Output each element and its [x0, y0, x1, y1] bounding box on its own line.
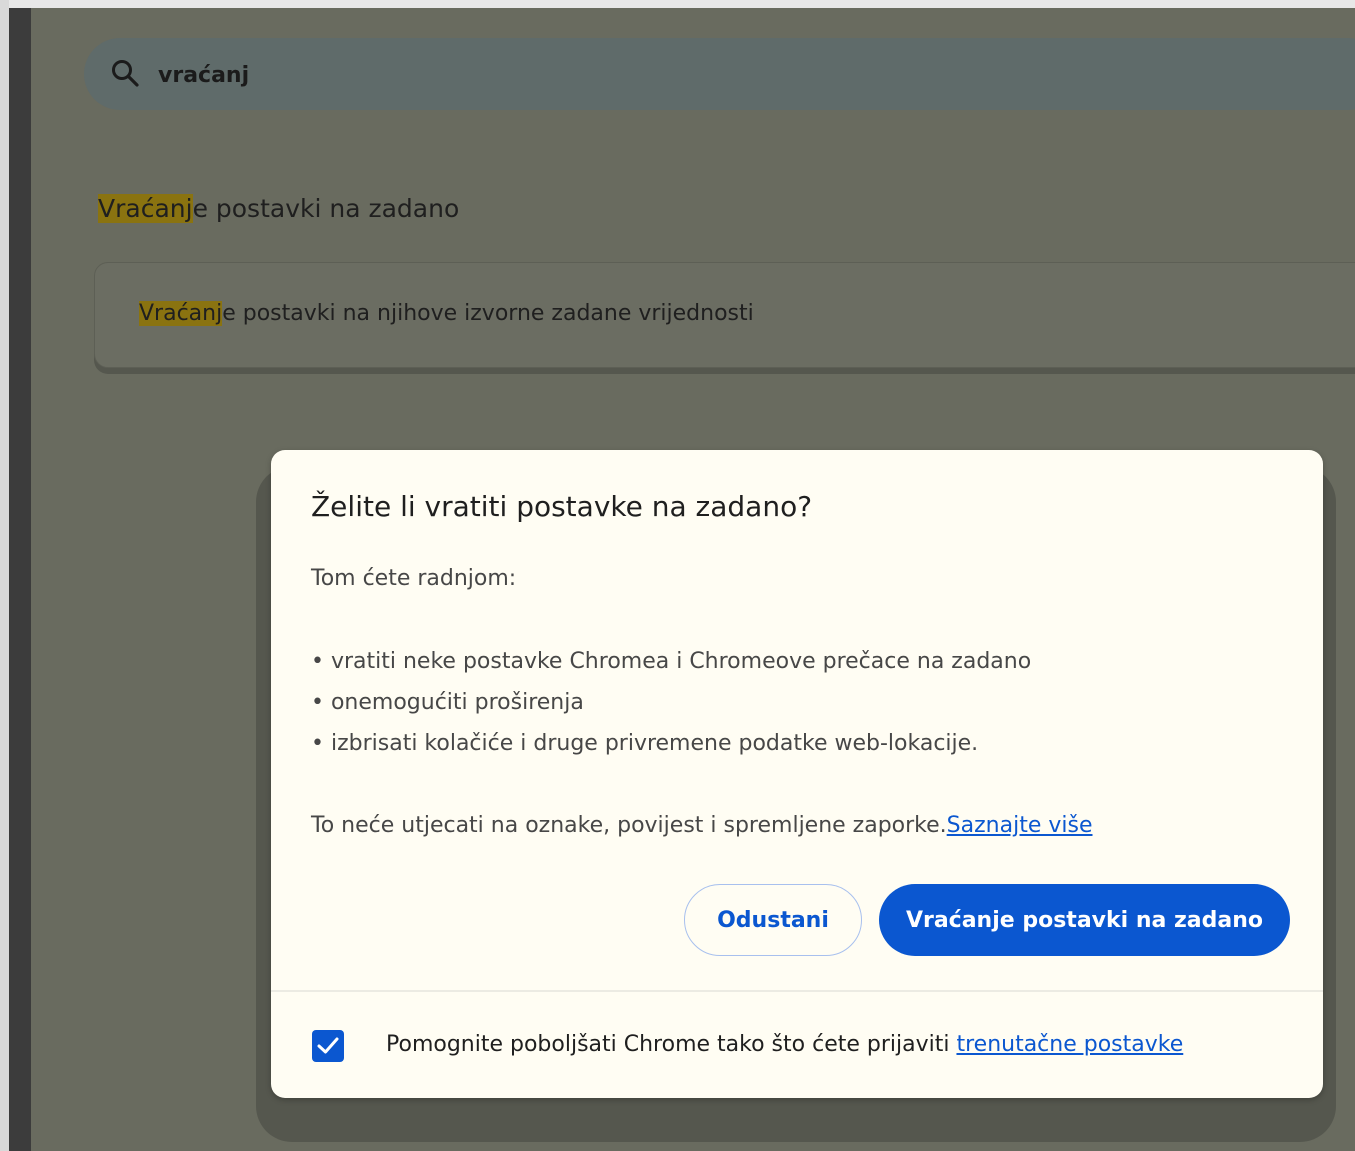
reset-settings-dialog: Želite li vratiti postavke na zadano? To… [271, 450, 1323, 1098]
dialog-bullet: • izbrisati kolačiće i druge privremene … [311, 731, 979, 756]
section-title-text: e postavki na zadano [192, 194, 460, 223]
reset-settings-row[interactable]: Vraćanje postavki na njihove izvorne zad… [94, 262, 1355, 368]
dialog-note-text: To neće utjecati na oznake, povijest i s… [311, 813, 947, 838]
dialog-bullet: • vratiti neke postavke Chromea i Chrome… [311, 649, 1032, 674]
window-left-edge [9, 8, 31, 1151]
search-highlight: Vraćanj [139, 301, 223, 326]
dialog-divider [271, 990, 1323, 992]
reset-settings-row-label: Vraćanje postavki na njihove izvorne zad… [139, 301, 754, 326]
check-icon [317, 1037, 339, 1054]
reset-settings-button[interactable]: Vraćanje postavki na zadano [879, 884, 1290, 956]
search-input[interactable] [156, 56, 1160, 94]
current-settings-link[interactable]: trenutačne postavke [956, 1032, 1183, 1057]
report-settings-label: Pomognite poboljšati Chrome tako što ćet… [386, 1032, 1183, 1057]
section-title-reset: Vraćanje postavki na zadano [98, 194, 459, 223]
search-icon [112, 60, 139, 87]
dialog-title: Želite li vratiti postavke na zadano? [311, 490, 813, 523]
dialog-bullet: • onemogućiti proširenja [311, 690, 584, 715]
screen: Vraćanje postavki na zadano Vraćanje pos… [0, 0, 1355, 1151]
dialog-note: To neće utjecati na oznake, povijest i s… [311, 813, 1093, 838]
window-top-edge [9, 0, 1355, 8]
report-settings-checkbox[interactable] [312, 1030, 344, 1062]
search-highlight: Vraćanj [98, 194, 193, 223]
dialog-intro: Tom ćete radnjom: [311, 566, 517, 591]
settings-search-bar[interactable] [84, 38, 1355, 110]
cancel-button[interactable]: Odustani [684, 884, 862, 956]
reset-settings-row-text: e postavki na njihove izvorne zadane vri… [222, 301, 754, 326]
report-settings-text: Pomognite poboljšati Chrome tako što ćet… [386, 1032, 957, 1057]
learn-more-link[interactable]: Saznajte više [947, 813, 1093, 838]
